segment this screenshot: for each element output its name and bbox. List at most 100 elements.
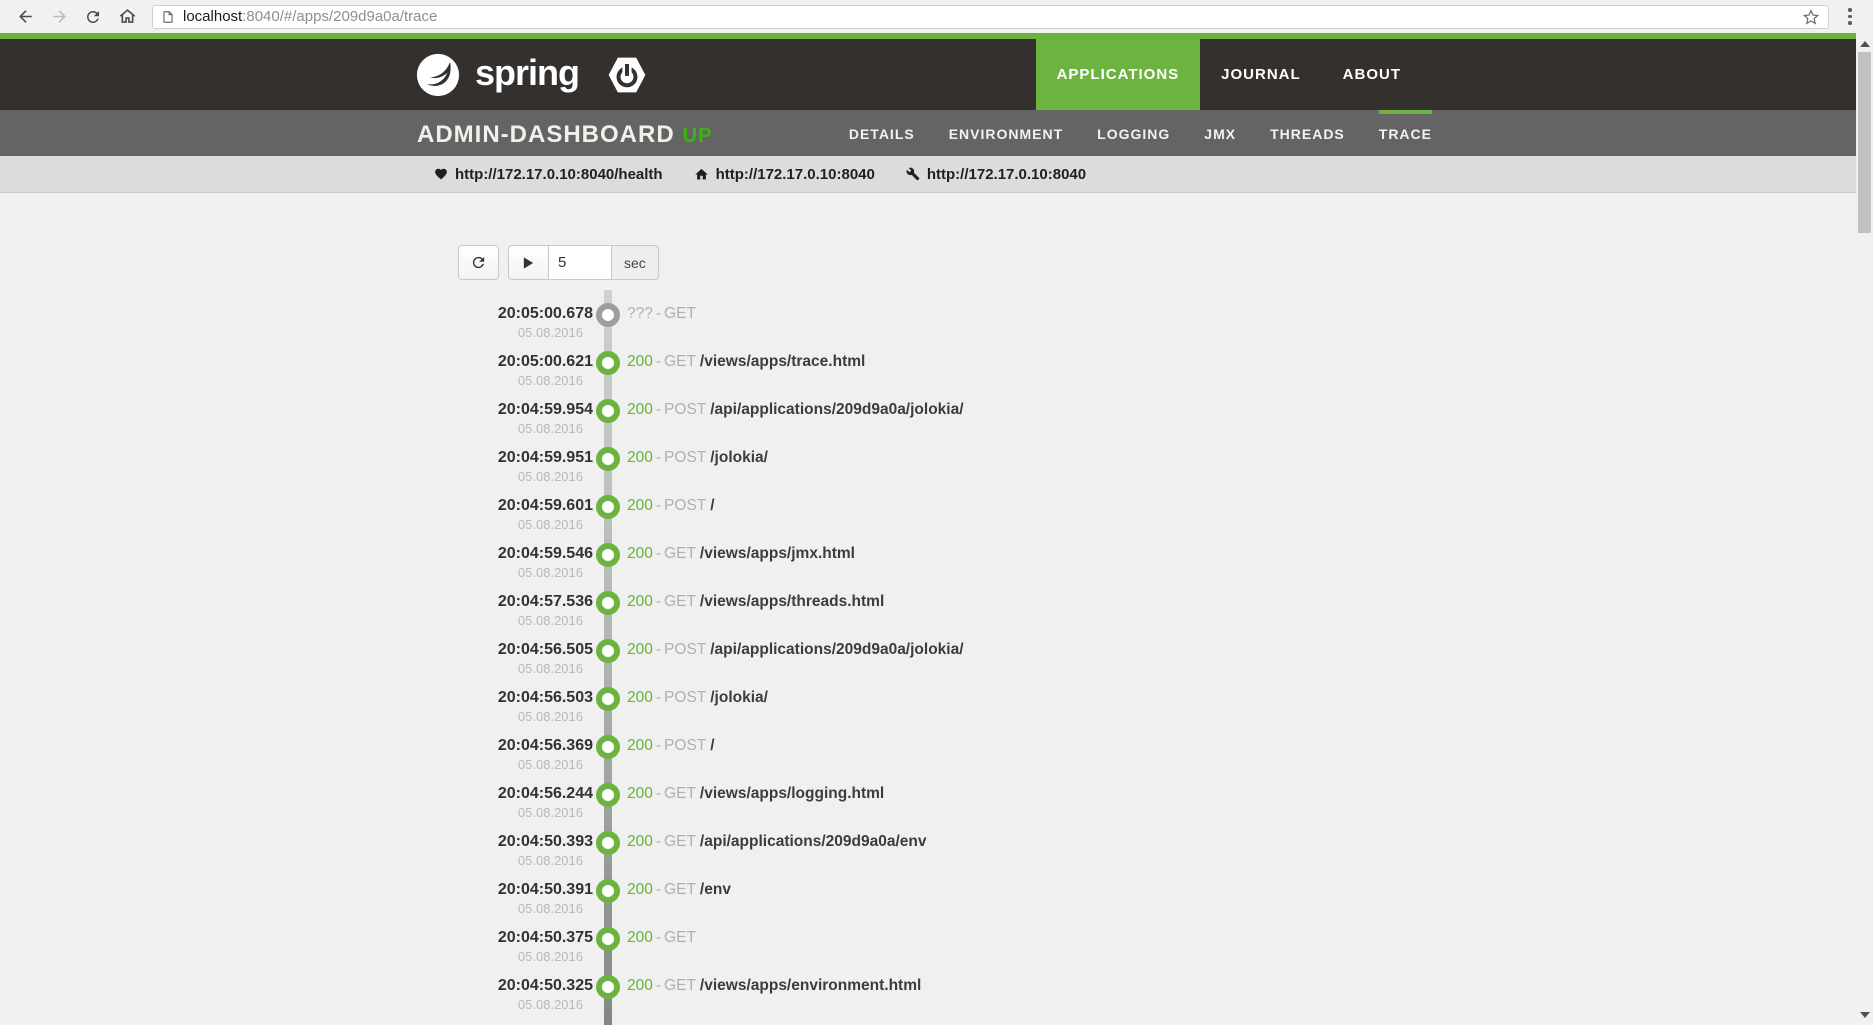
home-button[interactable] xyxy=(115,5,139,29)
tab-threads[interactable]: THREADS xyxy=(1270,110,1345,156)
spring-leaf-icon xyxy=(415,52,461,98)
timeline-dot-icon xyxy=(596,399,620,423)
bookmark-star-icon[interactable] xyxy=(1802,8,1820,26)
management-link[interactable]: http://172.17.0.10:8040 xyxy=(906,166,1086,183)
trace-entry-detail[interactable]: 200-GET xyxy=(627,928,700,948)
trace-separator: - xyxy=(656,449,661,466)
spring-brand: spring xyxy=(415,52,649,98)
trace-entry-detail[interactable]: ???-GET xyxy=(627,304,700,324)
info-bar: http://172.17.0.10:8040/health http://17… xyxy=(0,156,1856,193)
play-button[interactable] xyxy=(508,245,549,280)
url-text[interactable]: localhost:8040/#/apps/209d9a0a/trace xyxy=(183,8,1802,25)
service-link[interactable]: http://172.17.0.10:8040 xyxy=(694,166,875,183)
nav-item-about[interactable]: ABOUT xyxy=(1322,39,1422,110)
health-link[interactable]: http://172.17.0.10:8040/health xyxy=(434,166,663,183)
trace-path: /api/applications/209d9a0a/env xyxy=(700,833,927,850)
timeline-dot-icon xyxy=(596,543,620,567)
nav-item-journal[interactable]: JOURNAL xyxy=(1200,39,1322,110)
forward-button[interactable] xyxy=(47,5,71,29)
tab-jmx[interactable]: JMX xyxy=(1204,110,1236,156)
trace-entry-detail[interactable]: 200-POST/ xyxy=(627,496,715,516)
address-bar[interactable]: localhost:8040/#/apps/209d9a0a/trace xyxy=(152,5,1829,29)
heart-icon xyxy=(434,167,448,181)
application-sub-header: ADMIN-DASHBOARDUP DETAILS ENVIRONMENT LO… xyxy=(0,110,1856,156)
page: spring APPLICATIONS JOURNAL ABOUT ADMIN-… xyxy=(0,33,1856,1024)
trace-entry-timecol: 20:04:50.393 05.08.2016 xyxy=(358,832,593,870)
trace-entry: 20:04:56.503 05.08.2016 200-POST/jolokia… xyxy=(358,688,1498,736)
trace-method: POST xyxy=(664,737,706,754)
trace-method: GET xyxy=(664,785,696,802)
trace-entry-detail[interactable]: 200-POST/jolokia/ xyxy=(627,448,768,468)
trace-method: GET xyxy=(664,545,696,562)
scrollbar-down-icon[interactable] xyxy=(1856,1006,1873,1023)
trace-entry-detail[interactable]: 200-GET/views/apps/threads.html xyxy=(627,592,884,612)
detail-tabs: DETAILS ENVIRONMENT LOGGING JMX THREADS … xyxy=(849,110,1432,156)
trace-path: /jolokia/ xyxy=(710,689,768,706)
trace-date: 05.08.2016 xyxy=(358,756,593,774)
trace-entry-detail[interactable]: 200-GET/views/apps/logging.html xyxy=(627,784,884,804)
trace-method: POST xyxy=(664,641,706,658)
scrollbar-thumb[interactable] xyxy=(1858,52,1871,233)
spring-wordmark: spring xyxy=(475,55,579,91)
page-scrollbar[interactable] xyxy=(1856,33,1873,1025)
tab-environment[interactable]: ENVIRONMENT xyxy=(949,110,1063,156)
trace-timestamp: 20:04:50.391 xyxy=(358,880,593,900)
trace-timestamp: 20:04:59.546 xyxy=(358,544,593,564)
timeline-dot-icon xyxy=(596,975,620,999)
trace-entry-detail[interactable]: 200-POST/api/applications/209d9a0a/jolok… xyxy=(627,400,964,420)
trace-timestamp: 20:04:59.951 xyxy=(358,448,593,468)
tab-details[interactable]: DETAILS xyxy=(849,110,915,156)
trace-path: /views/apps/logging.html xyxy=(700,785,884,802)
timeline-dot-icon xyxy=(596,495,620,519)
browser-chrome: localhost:8040/#/apps/209d9a0a/trace xyxy=(0,0,1873,33)
trace-path: /api/applications/209d9a0a/jolokia/ xyxy=(710,401,963,418)
trace-entry: 20:04:50.393 05.08.2016 200-GET/api/appl… xyxy=(358,832,1498,880)
refresh-button[interactable] xyxy=(458,245,499,280)
trace-entry-detail[interactable]: 200-GET/env xyxy=(627,880,731,900)
trace-entry: 20:04:56.505 05.08.2016 200-POST/api/app… xyxy=(358,640,1498,688)
trace-separator: - xyxy=(656,593,661,610)
timeline-dot-icon xyxy=(596,879,620,903)
reload-button[interactable] xyxy=(81,5,105,29)
trace-entry-detail[interactable]: 200-GET/views/apps/environment.html xyxy=(627,976,921,996)
trace-entry: 20:04:59.954 05.08.2016 200-POST/api/app… xyxy=(358,400,1498,448)
timeline-dot-icon xyxy=(596,687,620,711)
interval-input[interactable] xyxy=(549,245,612,280)
timeline-dot-icon xyxy=(596,831,620,855)
trace-entry: 20:05:00.621 05.08.2016 200-GET/views/ap… xyxy=(358,352,1498,400)
trace-path: /views/apps/environment.html xyxy=(700,977,921,994)
play-icon xyxy=(522,256,535,270)
trace-entry-timecol: 20:04:50.375 05.08.2016 xyxy=(358,928,593,966)
trace-entry: 20:04:50.375 05.08.2016 200-GET xyxy=(358,928,1498,976)
scrollbar-up-icon[interactable] xyxy=(1856,35,1873,52)
trace-status: 200 xyxy=(627,545,653,562)
trace-date: 05.08.2016 xyxy=(358,372,593,390)
trace-method: GET xyxy=(664,593,696,610)
browser-menu-icon[interactable] xyxy=(1841,8,1859,25)
back-button[interactable] xyxy=(13,5,37,29)
trace-entry-detail[interactable]: 200-GET/views/apps/jmx.html xyxy=(627,544,855,564)
trace-entry: 20:05:00.678 05.08.2016 ???-GET xyxy=(358,304,1498,352)
trace-status: 200 xyxy=(627,833,653,850)
trace-entry-timecol: 20:04:59.601 05.08.2016 xyxy=(358,496,593,534)
tab-logging[interactable]: LOGGING xyxy=(1097,110,1170,156)
trace-entry-detail[interactable]: 200-POST/jolokia/ xyxy=(627,688,768,708)
app-header: spring APPLICATIONS JOURNAL ABOUT xyxy=(0,39,1856,110)
trace-separator: - xyxy=(656,641,661,658)
trace-date: 05.08.2016 xyxy=(358,948,593,966)
tab-trace[interactable]: TRACE xyxy=(1379,110,1432,156)
trace-entry-detail[interactable]: 200-POST/api/applications/209d9a0a/jolok… xyxy=(627,640,964,660)
nav-item-applications[interactable]: APPLICATIONS xyxy=(1036,39,1201,110)
trace-entry-timecol: 20:05:00.621 05.08.2016 xyxy=(358,352,593,390)
wrench-icon xyxy=(906,167,920,181)
trace-entry-detail[interactable]: 200-GET/views/apps/trace.html xyxy=(627,352,865,372)
trace-status: 200 xyxy=(627,641,653,658)
trace-date: 05.08.2016 xyxy=(358,852,593,870)
trace-path: /jolokia/ xyxy=(710,449,768,466)
trace-date: 05.08.2016 xyxy=(358,516,593,534)
trace-entry-timecol: 20:04:56.505 05.08.2016 xyxy=(358,640,593,678)
trace-entry-detail[interactable]: 200-POST/ xyxy=(627,736,715,756)
trace-entry-detail[interactable]: 200-GET/api/applications/209d9a0a/env xyxy=(627,832,927,852)
forward-icon xyxy=(50,7,69,26)
trace-status: 200 xyxy=(627,977,653,994)
